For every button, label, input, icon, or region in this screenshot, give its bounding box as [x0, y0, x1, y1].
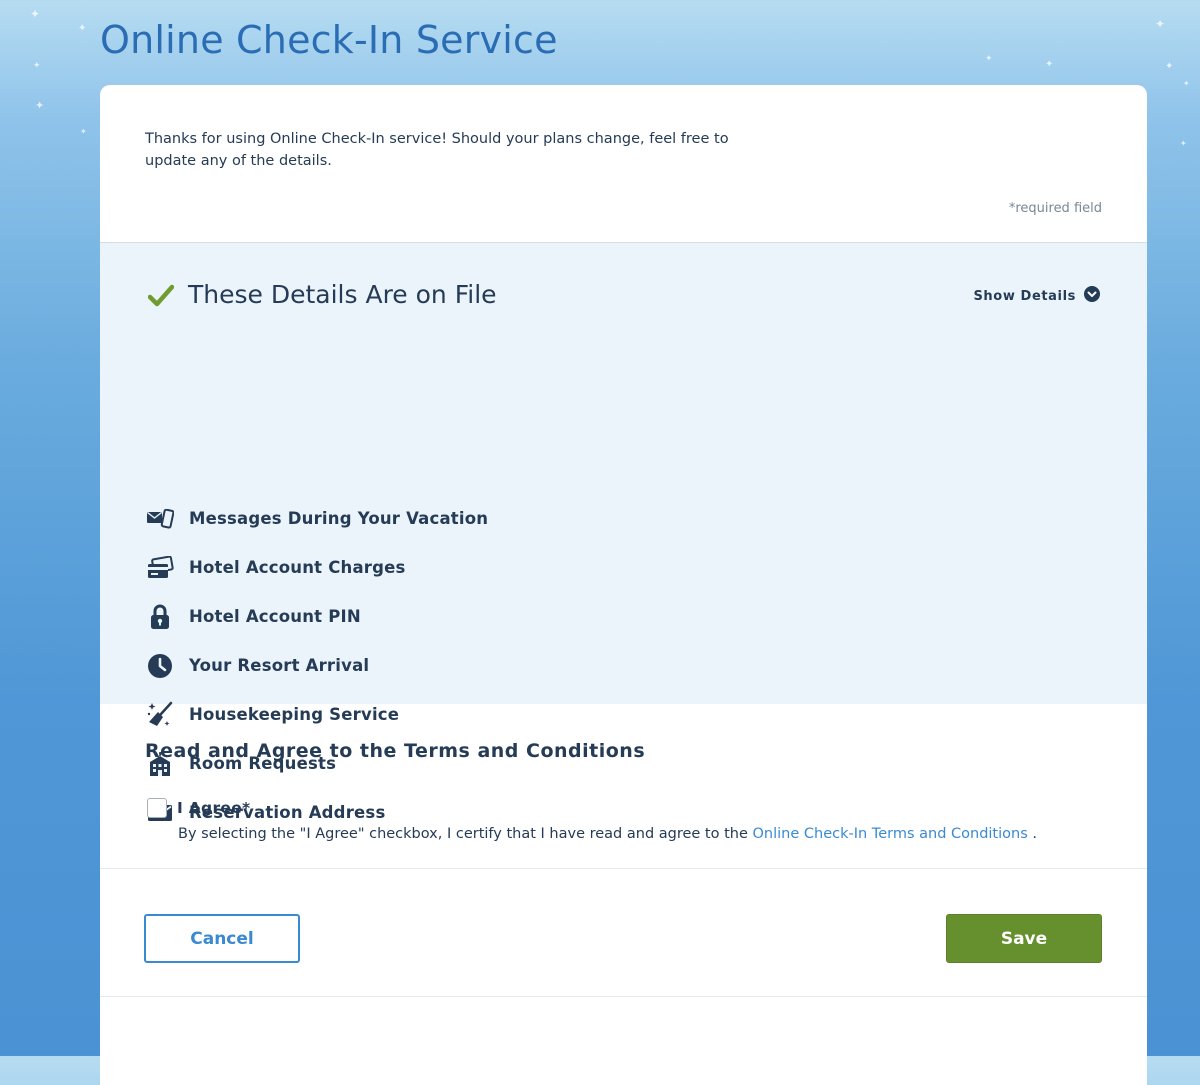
background-sparkle: ✦	[1165, 61, 1174, 72]
terms-and-conditions-link[interactable]: Online Check-In Terms and Conditions	[753, 826, 1028, 842]
required-field-note: *required field	[1008, 201, 1102, 216]
intro-text: Thanks for using Online Check-In service…	[145, 131, 729, 169]
intro-section: Thanks for using Online Check-In service…	[100, 85, 1147, 243]
background-sparkle: ✦	[1183, 79, 1190, 88]
show-details-label: Show Details	[973, 288, 1076, 304]
agree-description: By selecting the "I Agree" checkbox, I c…	[178, 826, 1037, 842]
background-sparkle: ✦	[80, 127, 87, 136]
checkmark-icon	[147, 284, 175, 312]
background-sparkle: ✦	[1180, 139, 1187, 148]
list-item: Hotel Account Charges	[146, 543, 488, 592]
detail-label: Hotel Account Charges	[189, 558, 406, 577]
list-item: Your Resort Arrival	[146, 641, 488, 690]
detail-label: Hotel Account PIN	[189, 607, 361, 626]
credit-cards-icon	[146, 554, 174, 582]
agree-row: I Agree*	[147, 798, 250, 818]
detail-label: Your Resort Arrival	[189, 656, 370, 675]
agree-label[interactable]: I Agree*	[177, 799, 250, 817]
actions-section: Cancel Save	[100, 869, 1147, 997]
messages-icon	[146, 505, 174, 533]
terms-heading: Read and Agree to the Terms and Conditio…	[145, 740, 646, 762]
detail-label: Messages During Your Vacation	[189, 509, 489, 528]
details-on-file-section: These Details Are on File Show Details M…	[100, 243, 1147, 822]
lock-icon	[146, 603, 174, 631]
terms-section: Read and Agree to the Terms and Conditio…	[100, 704, 1147, 869]
agree-checkbox[interactable]	[147, 798, 167, 818]
details-header: These Details Are on File	[188, 280, 497, 309]
clock-icon	[146, 652, 174, 680]
save-button[interactable]: Save	[946, 914, 1102, 963]
background-sparkle: ✦	[35, 99, 45, 112]
agree-description-suffix: .	[1027, 826, 1037, 842]
background-sparkle: ✦	[33, 61, 41, 71]
check-in-card: Thanks for using Online Check-In service…	[100, 85, 1147, 1085]
show-details-toggle[interactable]: Show Details	[973, 286, 1100, 306]
list-item: Hotel Account PIN	[146, 592, 488, 641]
chevron-down-icon	[1084, 286, 1100, 306]
cancel-button[interactable]: Cancel	[144, 914, 300, 963]
background-sparkle: ✦	[985, 54, 993, 64]
agree-description-text: By selecting the "I Agree" checkbox, I c…	[178, 826, 753, 842]
background-sparkle: ✦	[30, 7, 41, 21]
list-item: Messages During Your Vacation	[146, 494, 488, 543]
background-sparkle: ✦	[78, 23, 87, 34]
background-sparkle: ✦	[1045, 59, 1054, 70]
background-sparkle: ✦	[1155, 17, 1166, 31]
page-title: Online Check-In Service	[100, 18, 558, 62]
